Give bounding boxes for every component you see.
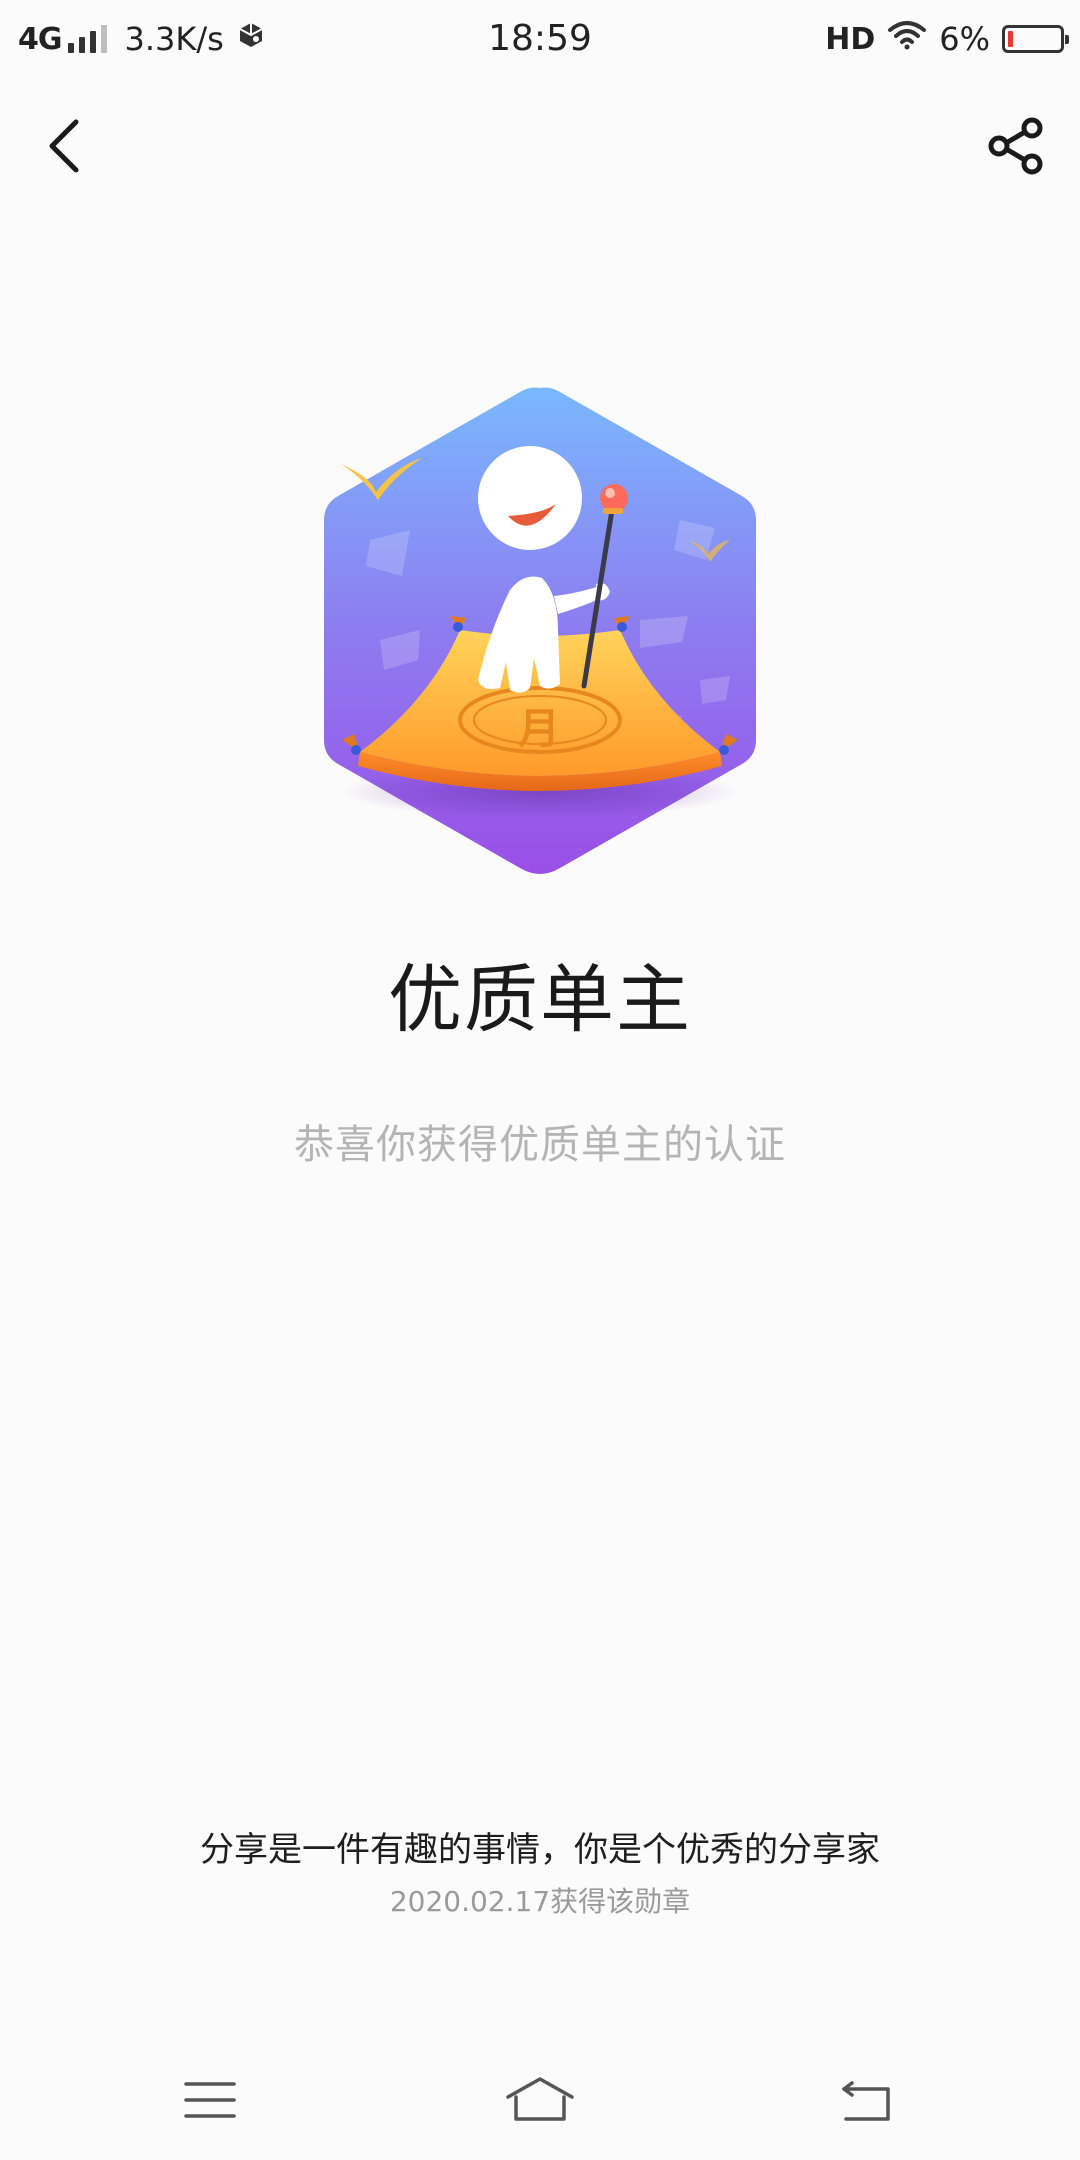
back-arrow-icon bbox=[842, 2081, 890, 2121]
home-icon bbox=[506, 2077, 574, 2121]
badge-subtitle: 恭喜你获得优质单主的认证 bbox=[294, 1122, 786, 1168]
status-right: HD 6% bbox=[825, 14, 1069, 64]
badge-emblem: 月 bbox=[310, 380, 770, 880]
nav-home-button[interactable] bbox=[480, 2060, 600, 2140]
battery-percent: 6% bbox=[939, 20, 990, 58]
app-bar bbox=[0, 100, 1080, 190]
hd-indicator: HD bbox=[825, 21, 876, 57]
back-button[interactable] bbox=[24, 106, 104, 186]
badge-motto: 分享是一件有趣的事情，你是个优秀的分享家 bbox=[200, 1830, 880, 1870]
menu-icon bbox=[184, 2082, 236, 2118]
battery-icon bbox=[1002, 25, 1069, 53]
status-bar: 4G 3.3K/s 18:59 HD 6% bbox=[0, 0, 1080, 76]
nav-menu-button[interactable] bbox=[150, 2060, 270, 2140]
chevron-left-icon bbox=[49, 119, 79, 173]
badge-emblem-char: 月 bbox=[518, 704, 561, 753]
badge-title: 优质单主 bbox=[388, 957, 692, 1043]
wifi-icon bbox=[887, 20, 927, 58]
badge-detail-screen: 4G 3.3K/s 18:59 HD 6% 月 优质单主 恭喜你获得优质单主的认… bbox=[0, 0, 1080, 2160]
share-icon bbox=[988, 117, 1043, 175]
nav-back-button[interactable] bbox=[808, 2060, 928, 2140]
system-nav-bar bbox=[0, 2040, 1080, 2160]
share-button[interactable] bbox=[976, 106, 1056, 186]
badge-earned-date: 2020.02.17获得该勋章 bbox=[389, 1885, 691, 1918]
